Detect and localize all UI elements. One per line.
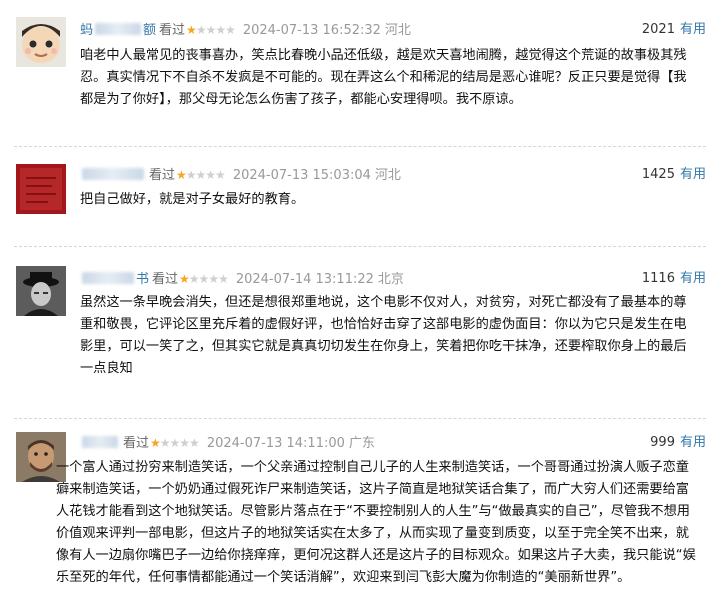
review-text: 把自己做好，就是对子女最好的教育。 [80, 192, 305, 207]
review-item: 看过★★★★★ 2024-07-13 14:11:00 广东 999 有用 一个富人通… [0, 418, 720, 612]
watch-status: 看过 [149, 168, 176, 183]
rating-stars: ★★★★★ [186, 23, 236, 37]
useful-button[interactable]: 有用 [680, 271, 706, 286]
review-time: 2024-07-14 13:11:22 [235, 272, 374, 287]
star-icon: ★ [186, 23, 197, 37]
vote-box: 999 有用 [650, 434, 706, 452]
vote-box: 2021 有用 [642, 21, 706, 39]
useful-button[interactable]: 有用 [680, 22, 706, 37]
username[interactable] [80, 168, 146, 183]
review-item: 看过★★★★★ 2024-07-13 15:03:04 河北 1425 有用 把自己做… [0, 146, 720, 246]
watch-status: 看过 [159, 23, 186, 38]
username[interactable]: 书 [80, 272, 149, 287]
vote-count: 2021 [641, 22, 675, 37]
avatar[interactable] [16, 164, 66, 214]
watch-status: 看过 [123, 436, 150, 451]
rating-stars: ★★★★★ [150, 436, 200, 450]
username[interactable]: 蚂额 [80, 23, 156, 38]
divider [14, 146, 706, 147]
review-text: 虽然这一条早晚会消失，但还是想很郑重地说，这个电影不仅对人，对贫穷，对死亡都没有… [80, 295, 687, 376]
vote-count: 999 [650, 435, 675, 450]
useful-button[interactable]: 有用 [680, 435, 706, 450]
divider [14, 246, 706, 247]
rating-stars: ★★★★★ [176, 168, 226, 182]
review-text: 咱老中人最常见的丧事喜办，笑点比春晚小品还低级，越是欢天喜地闹腾，越觉得这个荒诞… [80, 48, 687, 107]
vote-box: 1425 有用 [642, 166, 706, 184]
vote-count: 1116 [641, 271, 675, 286]
star-icon: ★ [176, 168, 187, 182]
review-meta: 书看过★★★★★ 2024-07-14 13:11:22 北京 [80, 270, 404, 289]
star-empty-icon: ★★★★ [188, 272, 229, 286]
username[interactable] [80, 436, 120, 451]
review-location: 河北 [384, 23, 411, 38]
review-location: 广东 [348, 436, 375, 451]
review-text: 一个富人通过扮穷来制造笑话，一个父亲通过控制自己儿子的人生来制造笑话，一个哥哥通… [56, 460, 696, 585]
star-empty-icon: ★★★★ [195, 23, 236, 37]
vote-count: 1425 [641, 167, 675, 182]
star-empty-icon: ★★★★ [185, 168, 226, 182]
useful-button[interactable]: 有用 [680, 167, 706, 182]
rating-stars: ★★★★★ [179, 272, 229, 286]
review-time: 2024-07-13 15:03:04 [232, 168, 371, 183]
star-icon: ★ [150, 436, 161, 450]
star-empty-icon: ★★★★ [159, 436, 200, 450]
avatar[interactable] [16, 17, 66, 67]
vote-box: 1116 有用 [642, 270, 706, 288]
review-location: 北京 [377, 272, 404, 287]
review-item: 蚂额看过★★★★★ 2024-07-13 16:52:32 河北 2021 有用 咱老… [0, 0, 720, 146]
review-item: 书看过★★★★★ 2024-07-14 13:11:22 北京 1116 有用 虽然这… [0, 246, 720, 418]
watch-status: 看过 [152, 272, 179, 287]
review-list: 蚂额看过★★★★★ 2024-07-13 16:52:32 河北 2021 有用 咱老… [0, 0, 720, 612]
review-meta: 看过★★★★★ 2024-07-13 15:03:04 河北 [80, 166, 401, 185]
review-time: 2024-07-13 16:52:32 [242, 23, 381, 38]
avatar[interactable] [16, 266, 66, 316]
divider [14, 418, 706, 419]
review-location: 河北 [374, 168, 401, 183]
review-meta: 蚂额看过★★★★★ 2024-07-13 16:52:32 河北 [80, 21, 411, 40]
review-time: 2024-07-13 14:11:00 [206, 436, 345, 451]
review-meta: 看过★★★★★ 2024-07-13 14:11:00 广东 [80, 434, 375, 453]
star-icon: ★ [179, 272, 190, 286]
